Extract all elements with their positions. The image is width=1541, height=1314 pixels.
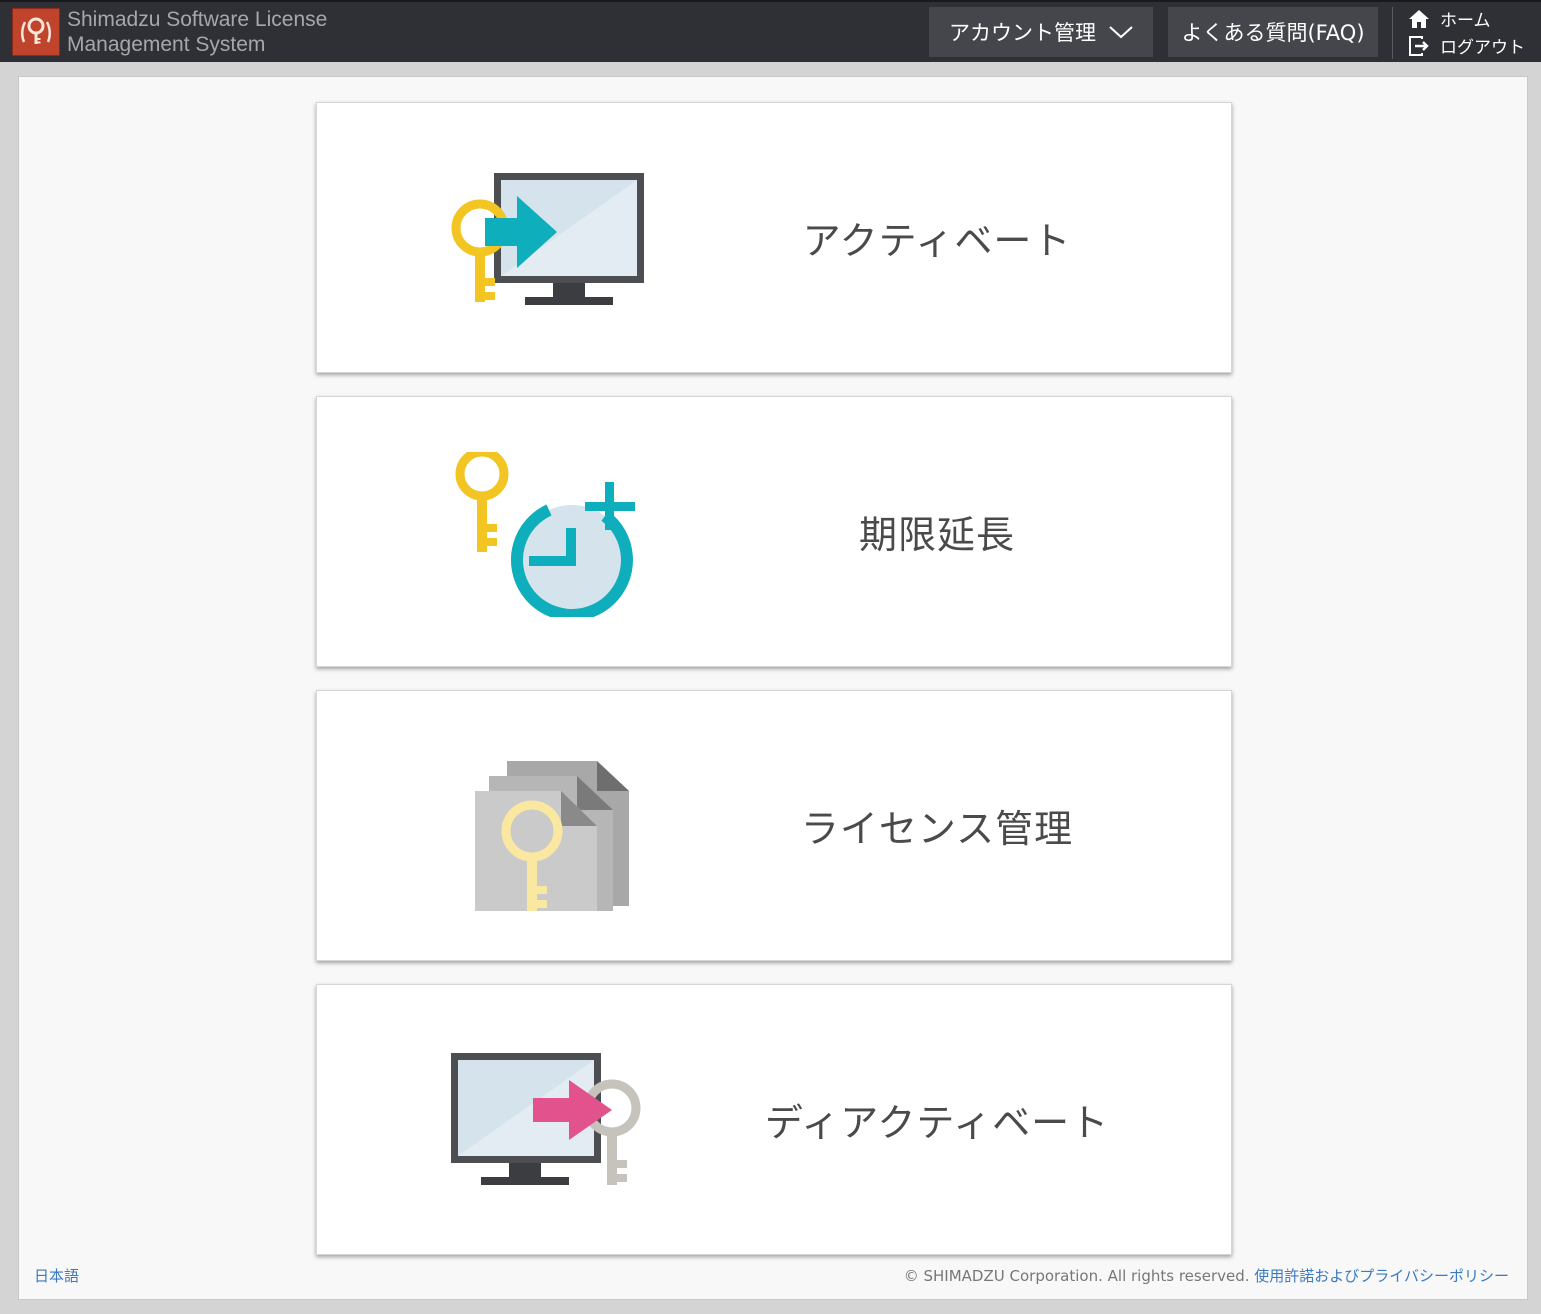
account-menu-label: アカウント管理 [949,21,1096,45]
activate-tile[interactable]: アクティベート [316,102,1232,373]
license-documents-icon [475,761,629,911]
home-link[interactable]: ホーム [1408,6,1491,31]
brand-line-2: Management System [67,33,266,56]
license-management-tile[interactable]: ライセンス管理 [316,690,1232,961]
policy-link[interactable]: 使用許諾およびプライバシーポリシー [1254,1267,1509,1285]
nav-divider [1392,7,1393,59]
home-label: ホーム [1440,11,1491,31]
tile-label: 期限延長 [858,513,1015,557]
deactivate-tile[interactable]: ディアクティベート [316,984,1232,1255]
monitor-to-key-icon [451,1053,641,1185]
logout-icon [1409,35,1429,56]
logout-label: ログアウト [1440,38,1525,58]
extend-tile[interactable]: 期限延長 [316,396,1232,667]
brand[interactable]: Shimadzu Software License Management Sys… [12,7,327,57]
account-menu-button[interactable]: アカウント管理 [929,7,1153,57]
logout-link[interactable]: ログアウト [1408,33,1525,58]
brand-text: Shimadzu Software License Management Sys… [67,7,327,57]
key-clock-plus-icon [455,452,635,617]
copyright-text: © SHIMADZU Corporation. All rights reser… [903,1267,1250,1285]
logo-icon [12,8,60,56]
chevron-down-icon [1109,26,1133,39]
tile-label: ライセンス管理 [800,807,1074,851]
faq-label: よくある質問(FAQ) [1181,21,1365,45]
home-icon [1409,9,1429,28]
tile-label: アクティベート [802,219,1072,263]
key-to-monitor-icon [451,173,644,305]
main-panel: アクティベート 期限延長 ライセンス管理 ディアクティベート 日本語 © SHI… [18,76,1528,1300]
faq-button[interactable]: よくある質問(FAQ) [1168,7,1378,57]
brand-line-1: Shimadzu Software License [67,8,328,31]
footer: © SHIMADZU Corporation. All rights reser… [904,1265,1509,1286]
language-selector[interactable]: 日本語 [34,1265,79,1286]
top-bar: Shimadzu Software License Management Sys… [0,0,1541,62]
tile-label: ディアクティベート [764,1101,1110,1145]
